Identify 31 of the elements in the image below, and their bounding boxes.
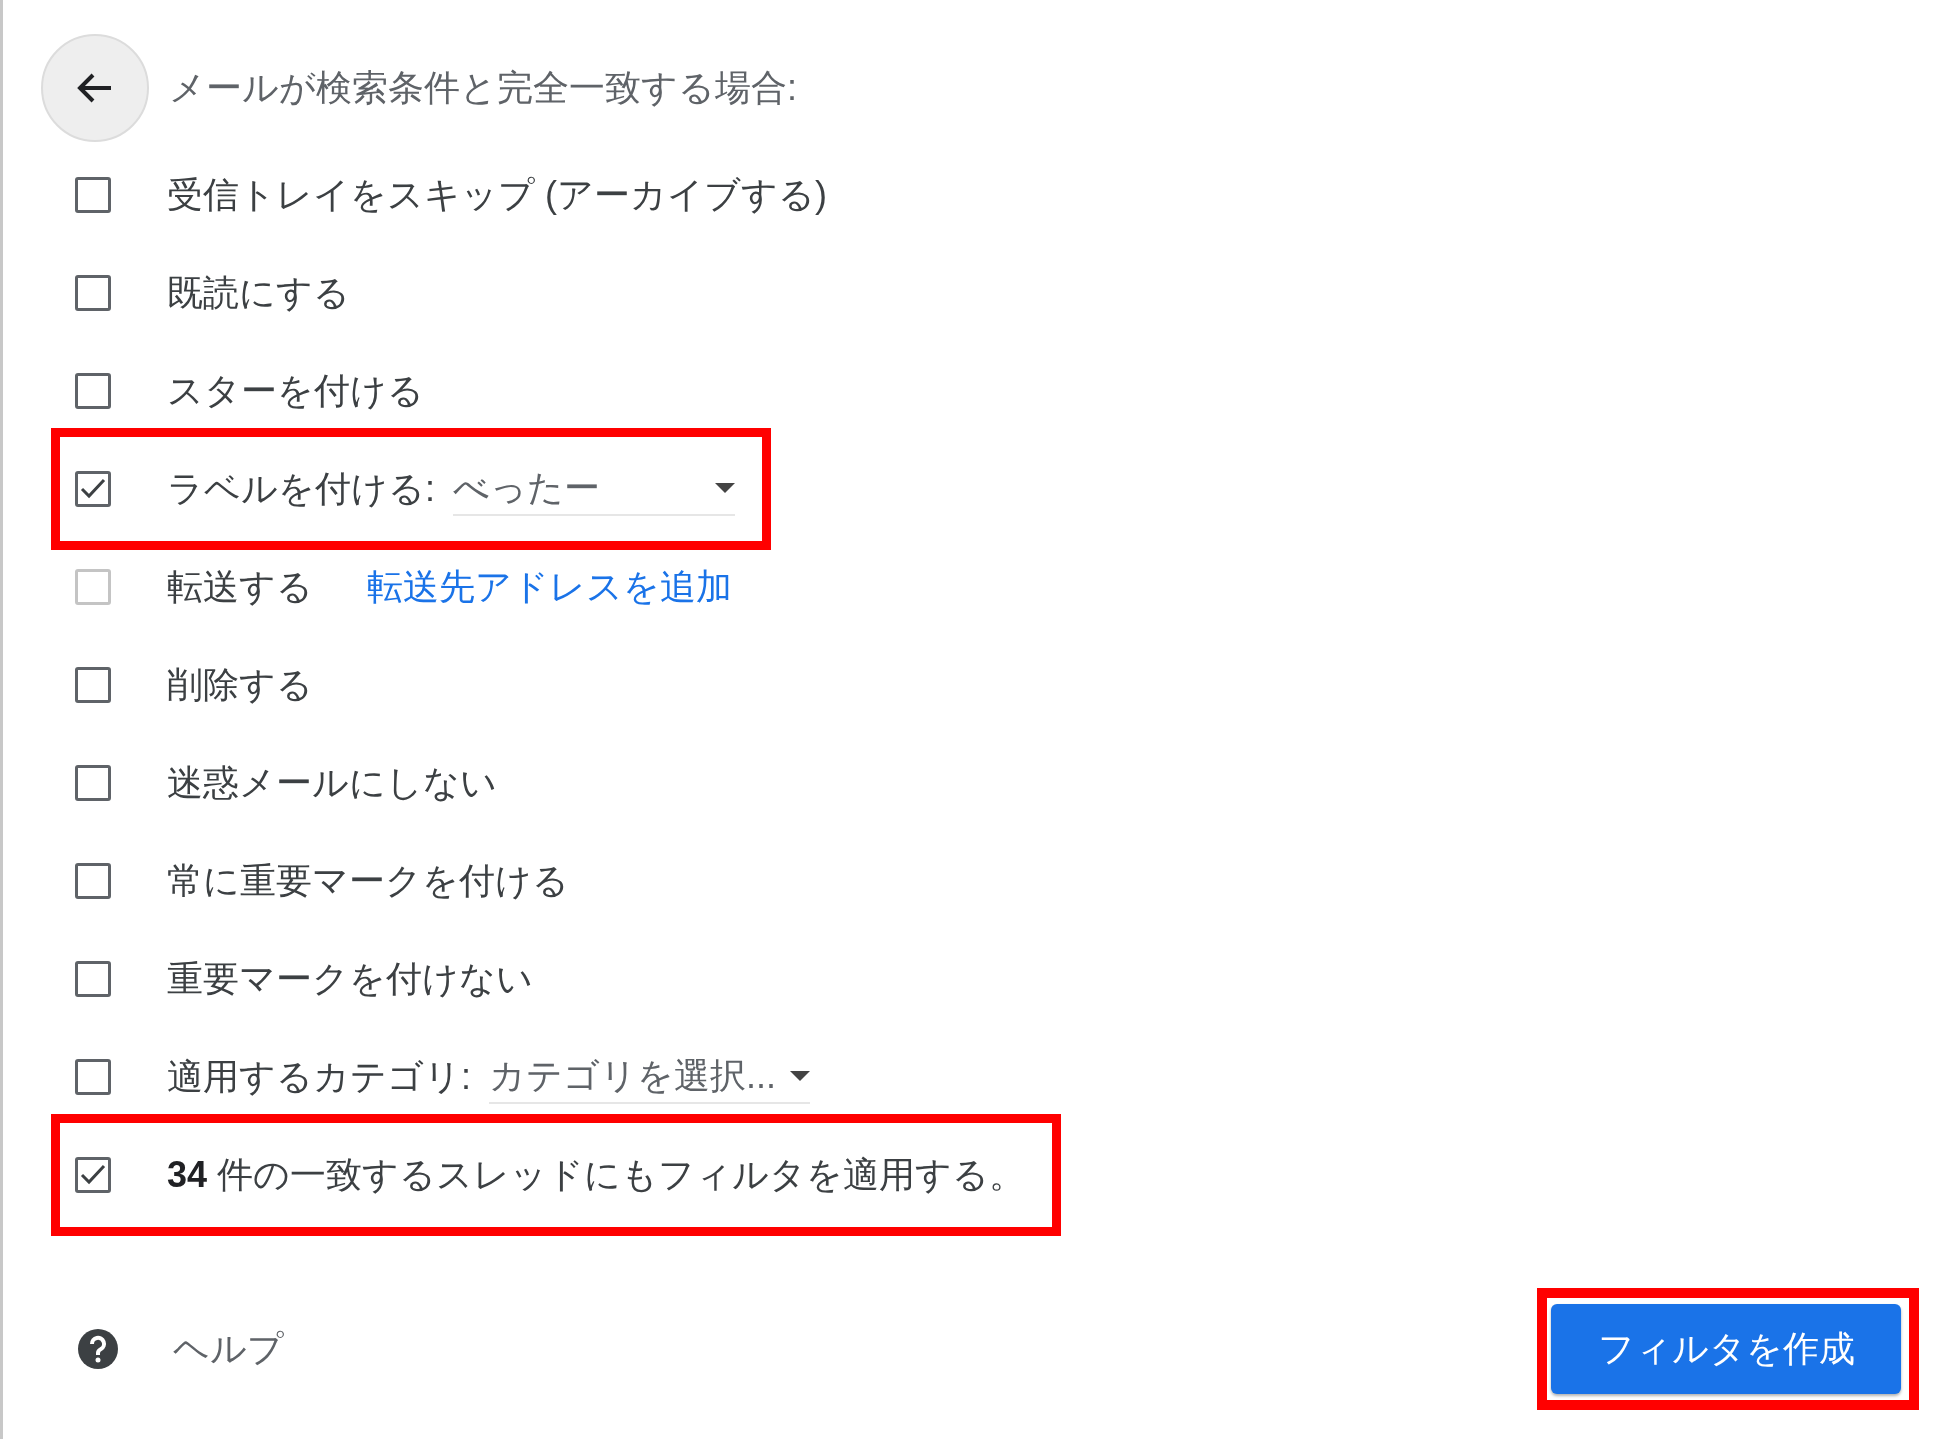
option-label: 34 件の一致するスレッドにもフィルタを適用する。: [167, 1152, 1026, 1197]
option-label: 転送する: [167, 564, 313, 609]
label-dropdown[interactable]: べったー: [453, 462, 735, 516]
option-label: 常に重要マークを付ける: [167, 858, 569, 903]
help-link[interactable]: ヘルプ: [173, 1324, 284, 1374]
create-filter-button[interactable]: フィルタを作成: [1551, 1304, 1901, 1394]
option-label: 重要マークを付けない: [167, 956, 533, 1001]
option-label: 既読にする: [167, 270, 350, 315]
option-label: ラベルを付ける:: [167, 466, 435, 511]
checkmark-icon: [80, 1164, 106, 1186]
checkmark-icon: [80, 478, 106, 500]
option-label: スターを付ける: [167, 368, 424, 413]
checkbox[interactable]: [75, 667, 111, 703]
checkbox[interactable]: [75, 765, 111, 801]
option-label: 適用するカテゴリ:: [167, 1054, 471, 1099]
option-label: 迷惑メールにしない: [167, 760, 497, 805]
checkbox[interactable]: [75, 471, 111, 507]
checkbox[interactable]: [75, 863, 111, 899]
criteria-heading: メールが検索条件と完全一致する場合:: [169, 65, 797, 110]
checkbox[interactable]: [75, 1059, 111, 1095]
checkbox[interactable]: [75, 1157, 111, 1193]
caret-icon: [790, 1071, 811, 1081]
caret-icon: [715, 483, 735, 493]
label-dropdown[interactable]: カテゴリを選択...: [489, 1050, 811, 1104]
option-label: 削除する: [167, 662, 313, 707]
checkbox[interactable]: [75, 961, 111, 997]
help-icon[interactable]: [77, 1328, 119, 1370]
option-label: 受信トレイをスキップ (アーカイブする): [167, 172, 827, 217]
checkbox[interactable]: [75, 177, 111, 213]
checkbox[interactable]: [75, 275, 111, 311]
checkbox[interactable]: [75, 373, 111, 409]
